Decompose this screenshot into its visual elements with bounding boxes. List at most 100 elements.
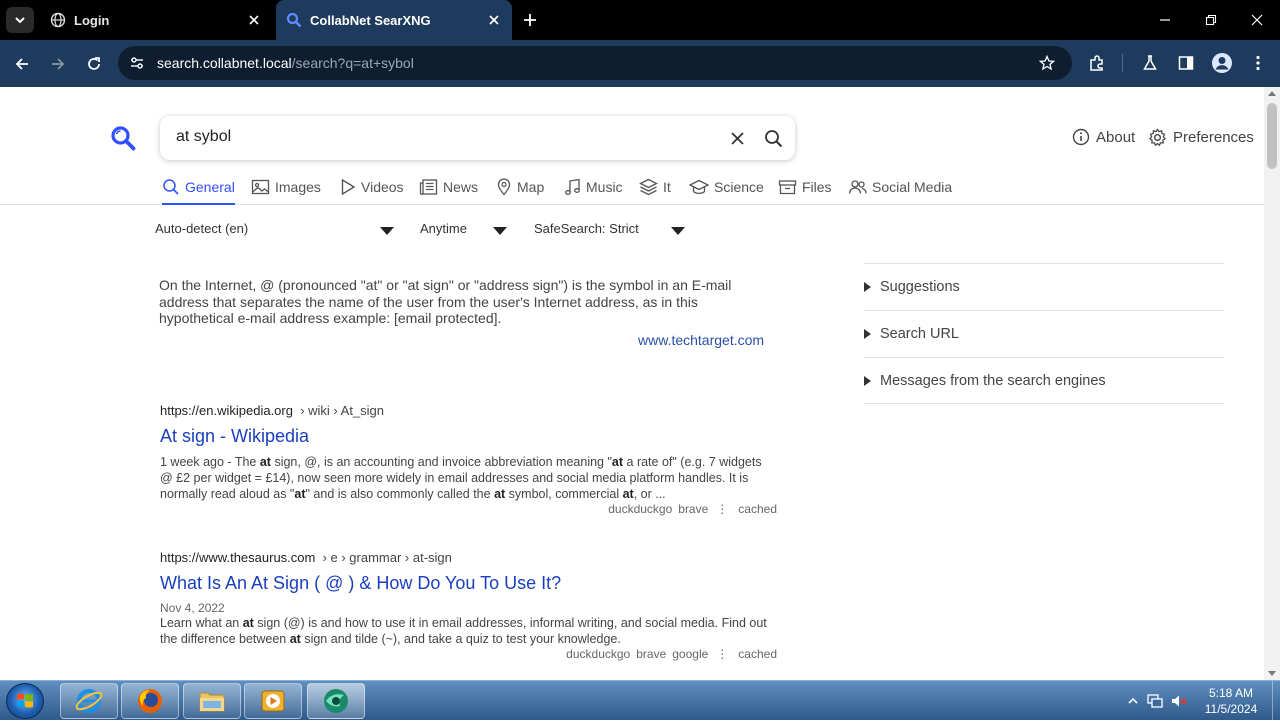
search-submit-button[interactable] xyxy=(762,127,784,149)
about-label: About xyxy=(1096,128,1136,146)
page-scrollbar[interactable] xyxy=(1264,87,1280,680)
tab-general[interactable]: General xyxy=(162,179,235,205)
language-dropdown-arrow-icon[interactable] xyxy=(380,227,394,235)
search-input[interactable]: at sybol xyxy=(176,128,231,146)
cached-link[interactable]: cached xyxy=(738,502,777,516)
cached-link[interactable]: cached xyxy=(738,647,777,661)
tab-label: It xyxy=(663,179,671,195)
internet-explorer-icon xyxy=(75,689,103,713)
search-icon xyxy=(163,179,179,195)
suggestions-toggle[interactable]: Suggestions xyxy=(864,263,1224,310)
result-url[interactable]: https://www.thesaurus.com › e › grammar … xyxy=(160,550,780,565)
restore-button[interactable] xyxy=(1201,10,1221,30)
globe-icon xyxy=(50,12,66,28)
result-breadcrumbs: › wiki › At_sign xyxy=(300,403,385,418)
clear-search-button[interactable] xyxy=(728,129,746,147)
tab-social-media[interactable]: Social Media xyxy=(848,179,952,205)
toolbar-divider xyxy=(1122,54,1123,72)
clock-time: 5:18 AM xyxy=(1208,686,1254,700)
volume-muted-icon[interactable] xyxy=(1170,692,1188,710)
minimize-button[interactable] xyxy=(1155,10,1175,30)
back-button[interactable] xyxy=(10,52,34,76)
layers-icon xyxy=(639,178,658,196)
sidebar-label: Suggestions xyxy=(880,279,960,295)
extensions-icon[interactable] xyxy=(1086,52,1108,74)
browser-app-icon xyxy=(324,689,348,713)
about-link[interactable]: About xyxy=(1072,126,1135,148)
scrollbar-thumb[interactable] xyxy=(1267,103,1277,169)
answer-source-link[interactable]: www.techtarget.com xyxy=(638,332,764,348)
more-options-icon[interactable]: ⋮ xyxy=(716,647,728,661)
time-range-dropdown-arrow-icon[interactable] xyxy=(493,227,507,235)
forward-button[interactable] xyxy=(46,52,70,76)
tab-it[interactable]: It xyxy=(639,178,671,205)
tab-images[interactable]: Images xyxy=(251,179,321,205)
scroll-down-arrow-icon[interactable] xyxy=(1268,671,1276,676)
scroll-up-arrow-icon[interactable] xyxy=(1268,91,1276,96)
tab-search-button[interactable] xyxy=(6,7,34,33)
browser-menu-icon[interactable] xyxy=(1247,52,1269,74)
bookmark-star-icon[interactable] xyxy=(1038,54,1056,72)
windows-taskbar: 5:18 AM 11/5/2024 xyxy=(0,680,1280,721)
expand-triangle-icon xyxy=(864,329,871,339)
system-clock[interactable]: 5:18 AM 11/5/2024 xyxy=(1196,685,1266,717)
start-button[interactable] xyxy=(6,683,44,719)
result-breadcrumbs: › e › grammar › at-sign xyxy=(322,550,452,565)
tab-files[interactable]: Files xyxy=(778,179,832,205)
play-icon xyxy=(341,178,356,196)
result-title-link[interactable]: At sign - Wikipedia xyxy=(160,426,780,447)
people-icon xyxy=(848,180,867,194)
sidebar-label: Search URL xyxy=(880,326,959,342)
taskbar-firefox[interactable] xyxy=(121,683,179,719)
preferences-link[interactable]: Preferences xyxy=(1148,126,1254,148)
searxng-logo-icon[interactable] xyxy=(110,125,136,151)
result-title-link[interactable]: What Is An At Sign ( @ ) & How Do You To… xyxy=(160,573,780,594)
result-url[interactable]: https://en.wikipedia.org › wiki › At_sig… xyxy=(160,403,780,418)
music-icon xyxy=(565,178,580,195)
tab-label: Social Media xyxy=(872,179,953,195)
network-icon[interactable] xyxy=(1146,692,1164,710)
close-window-button[interactable] xyxy=(1247,10,1267,30)
tab-title: CollabNet SearXNG xyxy=(310,12,431,28)
show-desktop-button[interactable] xyxy=(1272,681,1280,721)
tab-videos[interactable]: Videos xyxy=(340,178,404,205)
reload-button[interactable] xyxy=(82,52,106,76)
url-text: search.collabnet.local/search?q=at+sybol xyxy=(157,55,414,71)
archive-icon xyxy=(778,180,797,195)
plus-icon xyxy=(524,14,536,26)
expand-triangle-icon xyxy=(864,282,871,292)
site-settings-icon[interactable] xyxy=(128,54,146,72)
tab-login[interactable]: Login xyxy=(40,0,272,40)
show-hidden-icons-arrow-icon[interactable] xyxy=(1124,692,1142,710)
close-tab-icon[interactable] xyxy=(244,10,264,30)
tab-label: Images xyxy=(275,179,321,195)
taskbar-internet-explorer[interactable] xyxy=(60,683,118,719)
side-panel-icon[interactable] xyxy=(1175,52,1197,74)
more-options-icon[interactable]: ⋮ xyxy=(716,502,728,516)
profile-avatar-icon[interactable] xyxy=(1211,52,1233,74)
taskbar-media-player[interactable] xyxy=(244,683,302,719)
time-range-select[interactable]: Anytime xyxy=(420,221,467,236)
address-bar[interactable]: search.collabnet.local/search?q=at+sybol xyxy=(118,46,1072,80)
tab-science[interactable]: Science xyxy=(689,179,764,205)
tab-music[interactable]: Music xyxy=(564,178,623,205)
tab-map[interactable]: Map xyxy=(496,178,544,205)
url-host: search.collabnet.local xyxy=(157,55,292,71)
taskbar-browser[interactable] xyxy=(307,683,365,719)
engine-messages-toggle[interactable]: Messages from the search engines xyxy=(864,357,1224,404)
result-engines: duckduckgo brave google ⋮ cached xyxy=(160,647,780,661)
new-tab-button[interactable] xyxy=(520,10,540,30)
language-select[interactable]: Auto-detect (en) xyxy=(155,221,248,236)
minimize-icon xyxy=(1160,19,1170,21)
close-icon xyxy=(1251,14,1263,26)
tab-title: Login xyxy=(74,12,110,28)
taskbar-file-explorer[interactable] xyxy=(183,683,241,719)
close-tab-icon[interactable] xyxy=(484,10,504,30)
tab-collabnet-searxng[interactable]: CollabNet SearXNG xyxy=(276,0,512,40)
labs-flask-icon[interactable] xyxy=(1139,52,1161,74)
tab-news[interactable]: News xyxy=(419,179,478,205)
safesearch-select[interactable]: SafeSearch: Strict xyxy=(534,221,639,236)
safesearch-dropdown-arrow-icon[interactable] xyxy=(671,227,685,235)
search-url-toggle[interactable]: Search URL xyxy=(864,310,1224,357)
expand-triangle-icon xyxy=(864,375,871,386)
